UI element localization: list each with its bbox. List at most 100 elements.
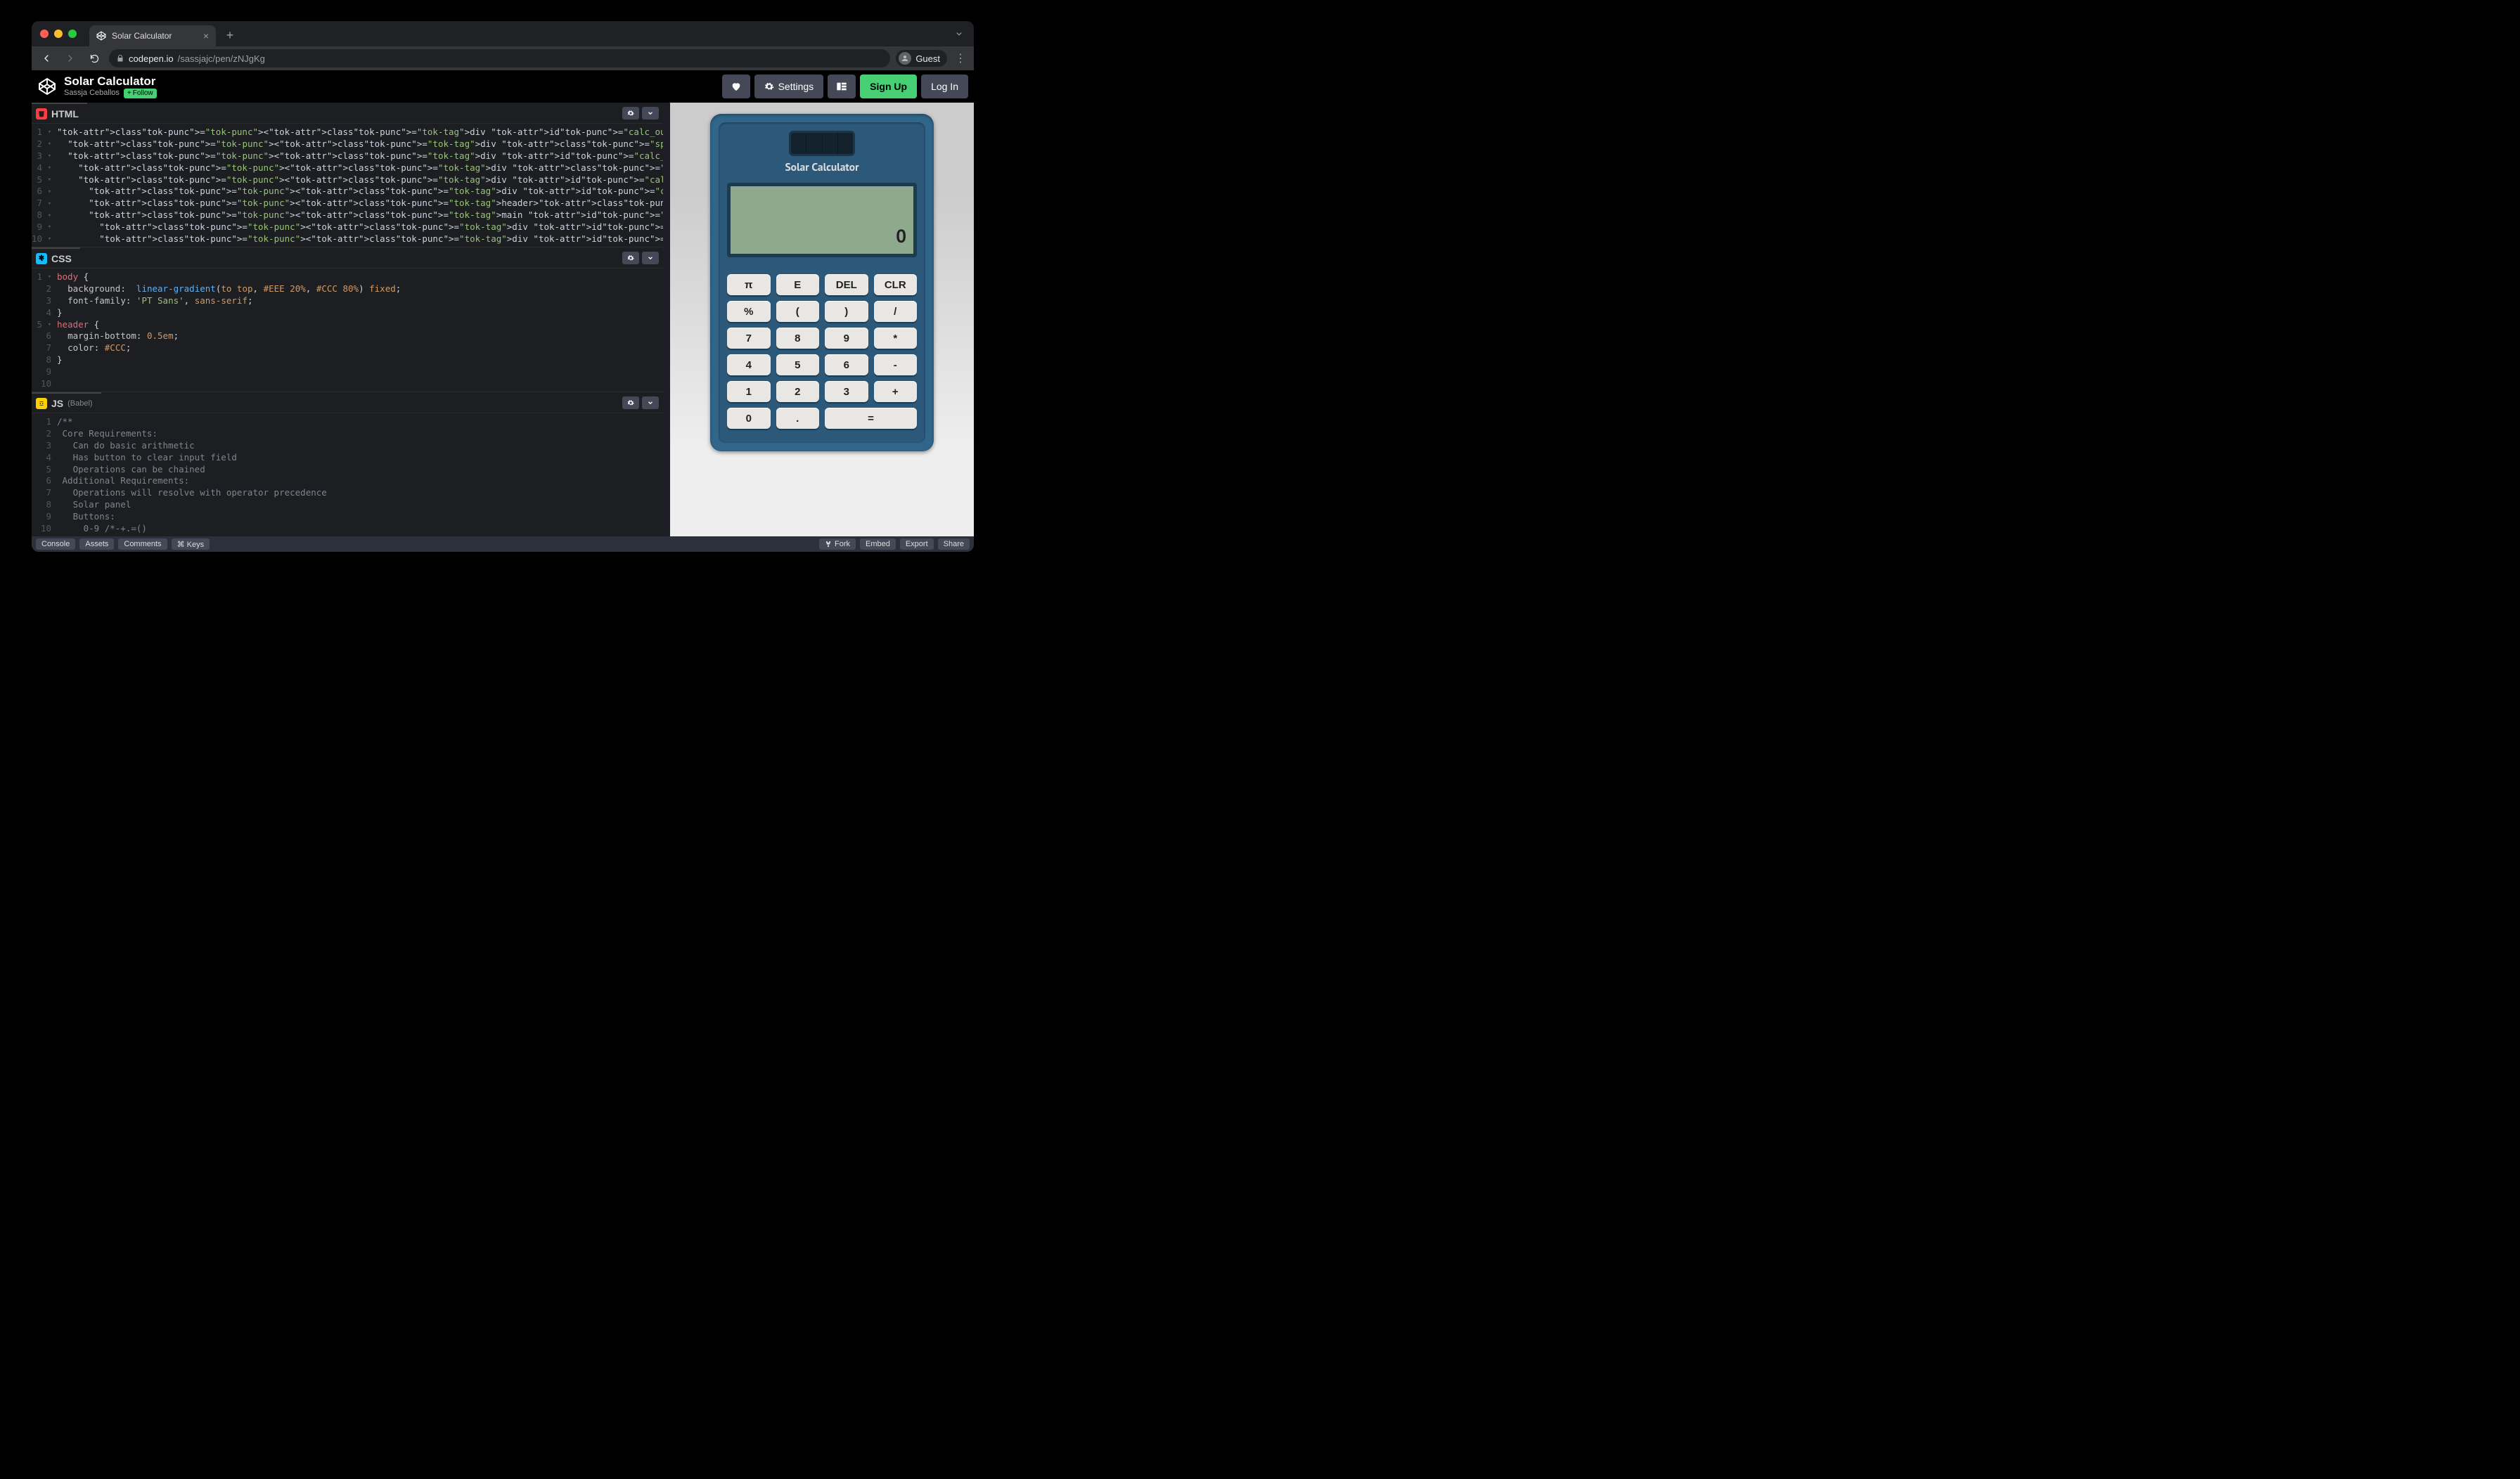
toolbar: codepen.io/sassjajc/pen/zNJgKg Guest ⋮ (32, 46, 974, 70)
calc-key-DEL[interactable]: DEL (825, 274, 868, 295)
css-tab[interactable]: ✱ CSS (32, 247, 80, 268)
browser-tab[interactable]: Solar Calculator × (89, 25, 216, 46)
calc-key-rparen[interactable]: ) (825, 301, 868, 322)
codepen-logo-icon[interactable] (37, 77, 57, 96)
pen-actions: Settings Sign Up Log In (722, 75, 968, 98)
html-tab[interactable]: HTML (32, 103, 87, 123)
pen-title: Solar Calculator (64, 75, 157, 89)
pen-author[interactable]: Sassja Ceballos (64, 89, 120, 98)
calc-key-dot[interactable]: . (776, 408, 820, 429)
calc-outside: Solar Calculator 0 πEDELCLR%()/789*456-1… (710, 114, 934, 451)
footer-bar: Console Assets Comments ⌘ Keys Fork Embe… (32, 536, 974, 552)
profile-label: Guest (915, 53, 940, 64)
html-editor[interactable]: 1 ▾2 ▾3 ▾4 ▾5 ▾6 ▾7 ▾8 ▾9 ▾10 ▾ "tok-att… (32, 124, 663, 247)
pen-header: Solar Calculator Sassja Ceballos + Follo… (32, 70, 974, 103)
love-button[interactable] (722, 75, 750, 98)
calc-key-8[interactable]: 8 (776, 328, 820, 349)
follow-button[interactable]: + Follow (124, 89, 157, 98)
calc-key-minus[interactable]: - (874, 354, 918, 375)
tab-title: Solar Calculator (112, 31, 172, 41)
keys-button[interactable]: ⌘ Keys (172, 538, 210, 550)
console-button[interactable]: Console (36, 538, 75, 550)
html-collapse-icon[interactable] (642, 107, 659, 120)
html-pane: HTML 1 ▾2 ▾3 ▾4 ▾5 ▾6 ▾7 ▾8 ▾9 ▾10 ▾ (32, 103, 663, 247)
workspace: HTML 1 ▾2 ▾3 ▾4 ▾5 ▾6 ▾7 ▾8 ▾9 ▾10 ▾ (32, 103, 974, 536)
js-editor[interactable]: 1 2 3 4 5 6 7 8 9 10 /** Core Requiremen… (32, 413, 663, 536)
calc-result: 0 (896, 225, 906, 248)
tabs-menu-icon[interactable] (954, 29, 964, 39)
url-host: codepen.io (129, 53, 174, 64)
html-settings-icon[interactable] (622, 107, 639, 120)
plus-icon: + (127, 89, 131, 98)
fork-button[interactable]: Fork (819, 538, 856, 550)
calc-solar-cell (789, 131, 855, 156)
login-button[interactable]: Log In (921, 75, 968, 98)
calc-key-2[interactable]: 2 (776, 381, 820, 402)
fullscreen-window-button[interactable] (68, 30, 77, 38)
codepen-icon (96, 31, 106, 41)
close-tab-icon[interactable]: × (203, 30, 209, 41)
forward-button[interactable] (61, 49, 79, 67)
view-switch-button[interactable] (828, 75, 856, 98)
calc-keypad: πEDEL CLR%() / 789 * 456- 123 +0.= (727, 274, 917, 429)
browser-menu-icon[interactable]: ⋮ (953, 51, 968, 65)
js-collapse-icon[interactable] (642, 396, 659, 409)
calc-key-CLR[interactable]: CLR (874, 274, 918, 295)
signup-button[interactable]: Sign Up (860, 75, 917, 98)
pen-title-block: Solar Calculator Sassja Ceballos + Follo… (64, 75, 157, 98)
calc-key-multiply[interactable]: * (874, 328, 918, 349)
window-controls (40, 30, 77, 38)
comments-button[interactable]: Comments (118, 538, 167, 550)
preview-pane: Solar Calculator 0 πEDELCLR%()/789*456-1… (670, 103, 974, 536)
export-button[interactable]: Export (900, 538, 934, 550)
calc-key-plus[interactable]: + (874, 381, 918, 402)
url-path: /sassjajc/pen/zNJgKg (178, 53, 265, 64)
html-icon (36, 108, 47, 120)
calc-key-9[interactable]: 9 (825, 328, 868, 349)
calc-key-5[interactable]: 5 (776, 354, 820, 375)
calc-screen: 0 (727, 183, 917, 257)
fork-icon (825, 541, 832, 548)
js-icon (36, 398, 47, 409)
tab-strip: Solar Calculator × + (32, 21, 974, 46)
calc-key-lparen[interactable]: ( (776, 301, 820, 322)
share-button[interactable]: Share (938, 538, 970, 550)
profile-chip[interactable]: Guest (896, 50, 947, 67)
assets-button[interactable]: Assets (79, 538, 114, 550)
css-settings-icon[interactable] (622, 252, 639, 264)
calc-key-7[interactable]: 7 (727, 328, 771, 349)
calc-key-3[interactable]: 3 (825, 381, 868, 402)
editor-column: HTML 1 ▾2 ▾3 ▾4 ▾5 ▾6 ▾7 ▾8 ▾9 ▾10 ▾ (32, 103, 670, 536)
gear-icon (764, 82, 774, 91)
back-button[interactable] (37, 49, 56, 67)
calc-key-0[interactable]: 0 (727, 408, 771, 429)
calc-key-6[interactable]: 6 (825, 354, 868, 375)
calc-key-divide[interactable]: / (874, 301, 918, 322)
js-pane: JS (Babel) 1 2 3 4 5 6 7 (32, 392, 663, 536)
close-window-button[interactable] (40, 30, 49, 38)
browser-window: Solar Calculator × + codepen.io/sassjajc… (32, 21, 974, 552)
embed-button[interactable]: Embed (860, 538, 896, 550)
settings-button[interactable]: Settings (754, 75, 824, 98)
css-pane-header: ✱ CSS (32, 247, 663, 269)
css-icon: ✱ (36, 253, 47, 264)
css-pane: ✱ CSS 1 ▾2 3 4 5 (32, 247, 663, 392)
minimize-window-button[interactable] (54, 30, 63, 38)
html-pane-header: HTML (32, 103, 663, 124)
calc-key-percent[interactable]: % (727, 301, 771, 322)
calc-key-E[interactable]: E (776, 274, 820, 295)
js-settings-icon[interactable] (622, 396, 639, 409)
calc-key-1[interactable]: 1 (727, 381, 771, 402)
calc-key-4[interactable]: 4 (727, 354, 771, 375)
css-collapse-icon[interactable] (642, 252, 659, 264)
css-editor[interactable]: 1 ▾2 3 4 5 ▾6 7 8 9 10 body { background… (32, 269, 663, 392)
calc-inside: Solar Calculator 0 πEDELCLR%()/789*456-1… (719, 122, 925, 443)
calc-key-pi[interactable]: π (727, 274, 771, 295)
js-tab[interactable]: JS (Babel) (32, 392, 101, 413)
calc-key-equals[interactable]: = (825, 408, 917, 429)
reload-button[interactable] (85, 49, 103, 67)
lock-icon (116, 54, 124, 63)
profile-icon (899, 52, 911, 65)
new-tab-button[interactable]: + (221, 27, 238, 44)
address-bar[interactable]: codepen.io/sassjajc/pen/zNJgKg (109, 49, 890, 67)
